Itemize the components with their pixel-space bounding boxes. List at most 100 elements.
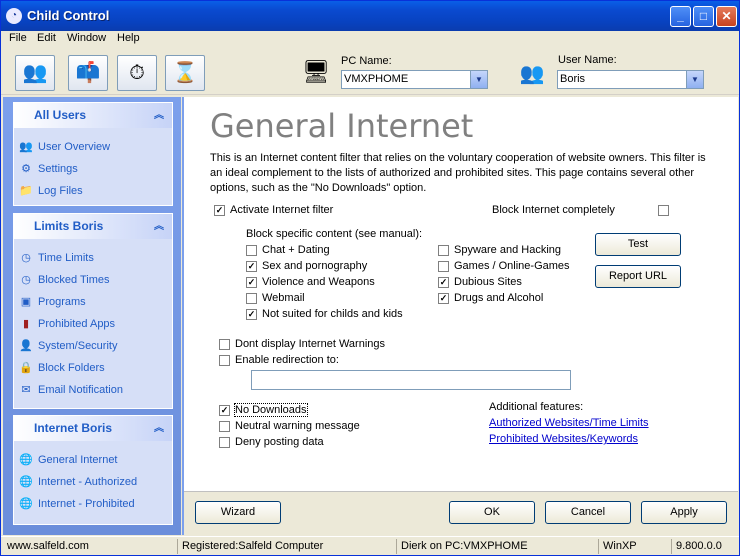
sidebar-item-label: Internet - Authorized <box>38 476 138 488</box>
checkbox-box[interactable]: ✓ <box>214 205 225 216</box>
user-name-select[interactable]: Boris ▼ <box>557 70 704 89</box>
activate-filter-checkbox[interactable]: ✓ Activate Internet filter <box>214 204 333 218</box>
panel-header[interactable]: Internet Boris ︽ <box>14 416 172 441</box>
sidebar-item-internet-prohibited[interactable]: 🌐 Internet - Prohibited <box>14 493 172 515</box>
programs-icon: ▣ <box>20 296 32 308</box>
cancel-button[interactable]: Cancel <box>545 501 631 524</box>
checkbox-box[interactable] <box>438 261 449 272</box>
checkbox-box[interactable]: ✓ <box>438 293 449 304</box>
mailbox-icon[interactable]: 📫 <box>68 55 108 91</box>
checkbox-label: Enable redirection to: <box>235 354 339 366</box>
pc-name-label: PC Name: <box>341 55 392 67</box>
prohibited-websites-link[interactable]: Prohibited Websites/Keywords <box>489 433 638 445</box>
lock-icon: 🔒 <box>19 362 33 374</box>
sidebar-item-settings[interactable]: ⚙ Settings <box>14 158 172 180</box>
checkbox-label: Webmail <box>262 292 305 304</box>
computer-icon: 🖥 <box>302 59 330 84</box>
test-button[interactable]: Test <box>595 233 681 256</box>
neutral-warning-checkbox[interactable]: Neutral warning message <box>219 420 360 434</box>
block-completely-checkbox[interactable] <box>658 204 670 218</box>
checkbox-box[interactable] <box>219 355 230 366</box>
clock-icon: ◷ <box>21 252 31 264</box>
sidebar-item-time-limits[interactable]: ◷ Time Limits <box>14 247 172 269</box>
no-downloads-checkbox[interactable]: ✓ No Downloads <box>219 403 308 418</box>
category-webmail[interactable]: Webmail <box>246 292 305 306</box>
checkbox-box[interactable] <box>246 245 257 256</box>
chevron-down-icon[interactable]: ▼ <box>470 71 487 88</box>
enable-redirection-checkbox[interactable]: Enable redirection to: <box>219 354 339 368</box>
minimize-button[interactable]: _ <box>670 6 691 27</box>
category-violence-weapons[interactable]: ✓ Violence and Weapons <box>246 276 375 290</box>
checkbox-box[interactable] <box>219 421 230 432</box>
sidebar-item-programs[interactable]: ▣ Programs <box>14 291 172 313</box>
report-url-button[interactable]: Report URL <box>595 265 681 288</box>
apply-button[interactable]: Apply <box>641 501 727 524</box>
menu-help[interactable]: Help <box>117 32 140 44</box>
collapse-icon[interactable]: ︽ <box>154 416 164 441</box>
checkbox-label: Violence and Weapons <box>262 276 375 288</box>
sidebar-item-blocked-times[interactable]: ◷ Blocked Times <box>14 269 172 291</box>
checkbox-label: No Downloads <box>234 403 308 417</box>
checkbox-box[interactable]: ✓ <box>246 261 257 272</box>
category-not-suited-kids[interactable]: ✓ Not suited for childs and kids <box>246 308 403 322</box>
sidebar-item-label: Prohibited Apps <box>38 318 116 330</box>
checkbox-box[interactable] <box>219 437 230 448</box>
checkbox-box[interactable] <box>246 293 257 304</box>
ok-button[interactable]: OK <box>449 501 535 524</box>
category-chat-dating[interactable]: Chat + Dating <box>246 244 330 258</box>
sidebar-item-email-notification[interactable]: ✉ Email Notification <box>14 379 172 401</box>
checkbox-box[interactable]: ✓ <box>246 277 257 288</box>
sidebar-item-internet-authorized[interactable]: 🌐 Internet - Authorized <box>14 471 172 493</box>
sidebar-item-label: General Internet <box>38 454 118 466</box>
main-content: General Internet This is an Internet con… <box>182 97 738 535</box>
panel-header[interactable]: Limits Boris ︽ <box>14 214 172 239</box>
collapse-icon[interactable]: ︽ <box>154 214 164 239</box>
sidebar-item-label: Blocked Times <box>38 274 110 286</box>
close-button[interactable]: ✕ <box>716 6 737 27</box>
block-completely-label: Block Internet completely <box>492 204 615 216</box>
chevron-down-icon[interactable]: ▼ <box>686 71 703 88</box>
checkbox-box[interactable] <box>658 205 669 216</box>
sidebar-item-label: Time Limits <box>38 252 94 264</box>
category-games[interactable]: Games / Online-Games <box>438 260 570 274</box>
maximize-button[interactable]: □ <box>693 6 714 27</box>
hourglass-icon[interactable]: ⌛ <box>165 55 205 91</box>
sidebar-item-block-folders[interactable]: 🔒 Block Folders <box>14 357 172 379</box>
menu-file[interactable]: File <box>9 32 27 44</box>
panel-header[interactable]: All Users ︽ <box>14 103 172 128</box>
category-sex-pornography[interactable]: ✓ Sex and pornography <box>246 260 367 274</box>
sidebar: All Users ︽ 👥 User Overview ⚙ Settings 📁 Log… <box>3 97 181 535</box>
panel-title: Internet Boris <box>34 421 113 435</box>
users-icon[interactable]: 👥 <box>15 55 55 91</box>
category-spyware-hacking[interactable]: Spyware and Hacking <box>438 244 561 258</box>
category-drugs-alcohol[interactable]: ✓ Drugs and Alcohol <box>438 292 543 306</box>
users-icon: 👥 <box>19 141 33 153</box>
stopwatch-icon[interactable]: ⏱ <box>117 55 157 91</box>
checkbox-box[interactable]: ✓ <box>246 309 257 320</box>
checkbox-box[interactable] <box>438 245 449 256</box>
category-dubious-sites[interactable]: ✓ Dubious Sites <box>438 276 522 290</box>
sidebar-item-general-internet[interactable]: 🌐 General Internet <box>14 449 172 471</box>
wizard-button[interactable]: Wizard <box>195 501 281 524</box>
authorized-websites-link[interactable]: Authorized Websites/Time Limits <box>489 417 649 429</box>
sidebar-item-user-overview[interactable]: 👥 User Overview <box>14 136 172 158</box>
menu-edit[interactable]: Edit <box>37 32 56 44</box>
redirection-url-input[interactable] <box>251 370 571 390</box>
deny-posting-checkbox[interactable]: Deny posting data <box>219 436 324 450</box>
checkbox-label: Not suited for childs and kids <box>262 308 403 320</box>
sidebar-item-prohibited-apps[interactable]: ▮ Prohibited Apps <box>14 313 172 335</box>
checkbox-box[interactable] <box>219 339 230 350</box>
status-bar: www.salfeld.com Registered:Salfeld Compu… <box>1 536 739 555</box>
checkbox-box[interactable]: ✓ <box>438 277 449 288</box>
menu-window[interactable]: Window <box>67 32 106 44</box>
collapse-icon[interactable]: ︽ <box>154 103 164 128</box>
sidebar-item-log-files[interactable]: 📁 Log Files <box>14 180 172 202</box>
title-bar[interactable]: ◔ Child Control _ □ ✕ <box>1 1 739 31</box>
checkbox-label: Deny posting data <box>235 436 324 448</box>
status-os: WinXP <box>598 539 637 554</box>
sidebar-item-system-security[interactable]: 👤 System/Security <box>14 335 172 357</box>
checkbox-box[interactable]: ✓ <box>219 405 230 416</box>
dont-display-warnings-checkbox[interactable]: Dont display Internet Warnings <box>219 338 385 352</box>
panel-title: Limits Boris <box>34 219 104 233</box>
pc-name-select[interactable]: VMXPHOME ▼ <box>341 70 488 89</box>
